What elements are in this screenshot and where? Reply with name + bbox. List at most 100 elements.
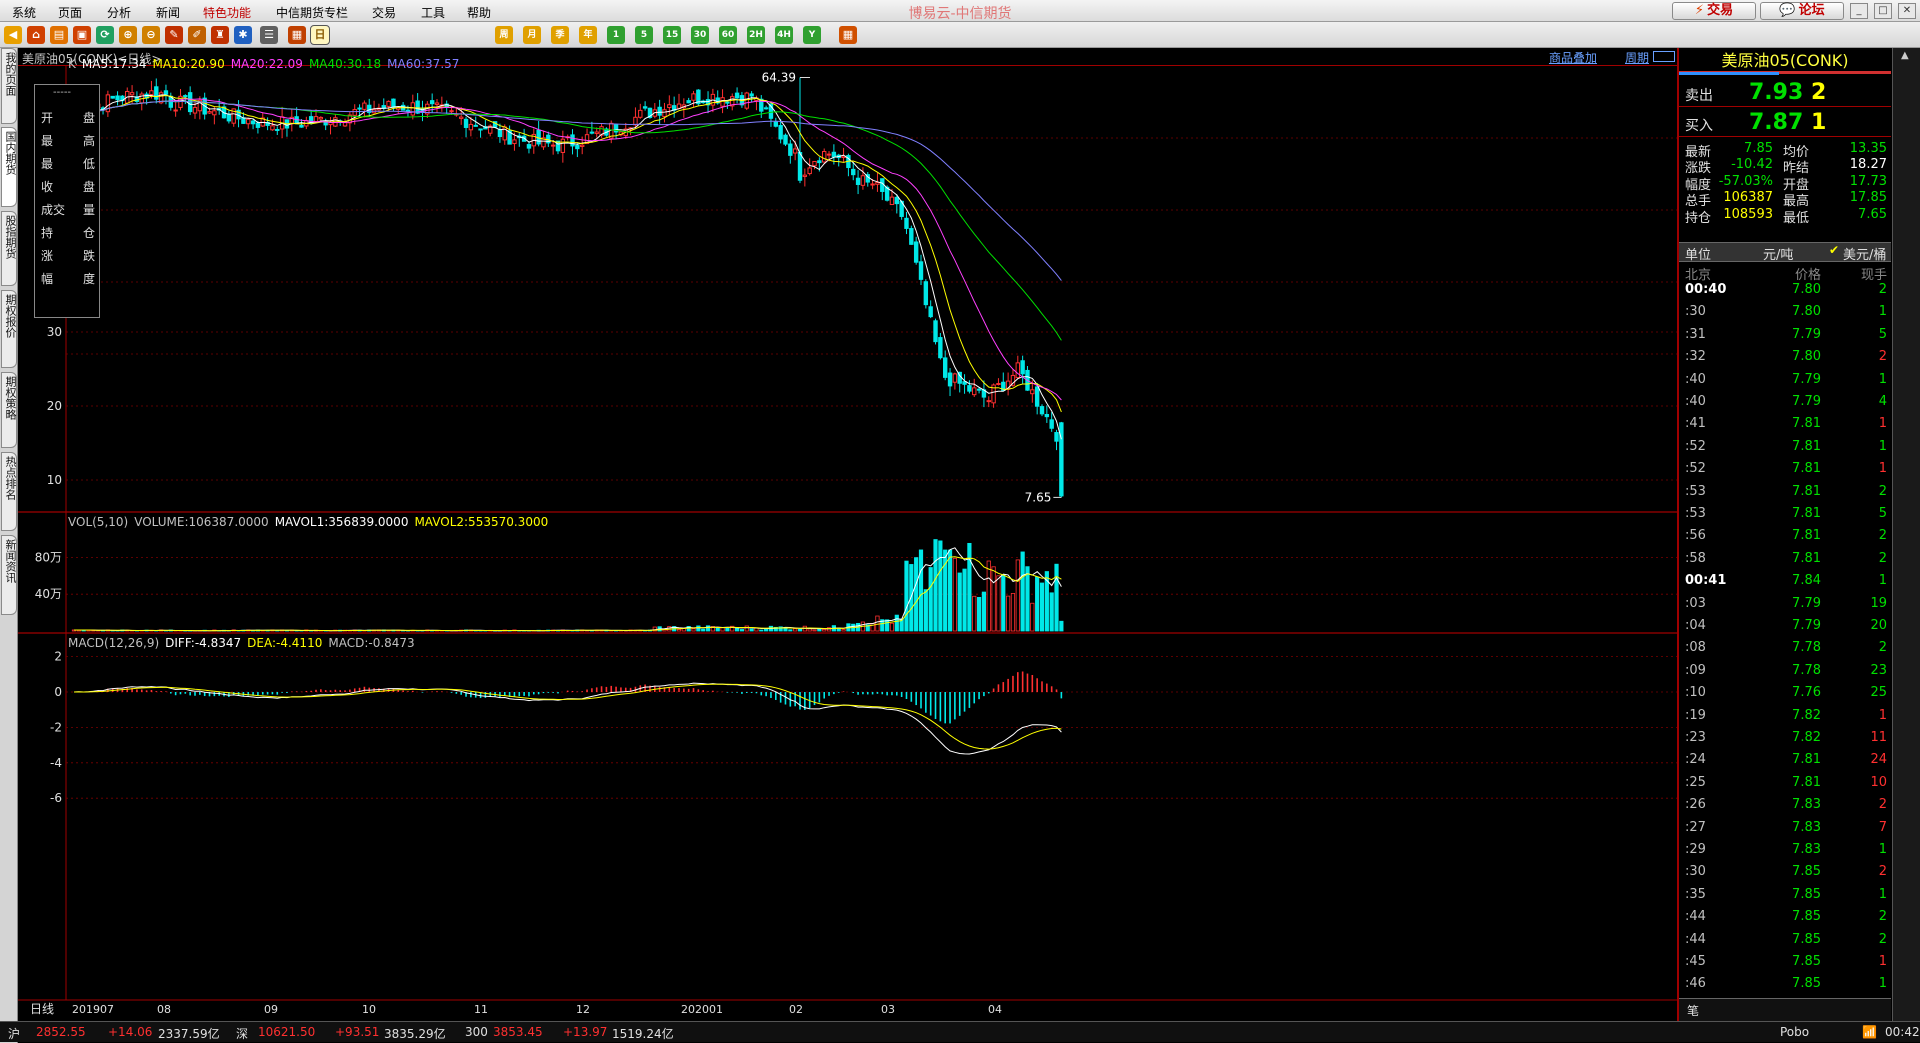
tick-row[interactable]: :457.851 [1679,954,1891,976]
period-button-0[interactable]: 周 [495,26,513,44]
candle-body [818,161,821,163]
menu-item-3[interactable]: 新闻 [156,4,180,21]
unit-bar[interactable]: 单位 元/吨 ✔ 美元/桶 [1679,242,1891,262]
info-row-label-a: 最 [41,155,53,172]
minimize-icon[interactable]: _ [1850,3,1868,19]
quote-scrollbar[interactable]: ▲ [1892,48,1920,1021]
list-icon[interactable]: ☰ [260,26,278,44]
window-icon[interactable]: ▣ [73,26,91,44]
brush-icon[interactable]: ✐ [188,26,206,44]
tick-row[interactable]: 00:417.841 [1679,573,1891,595]
tick-row[interactable]: :357.851 [1679,887,1891,909]
period-button-3[interactable]: 年 [579,26,597,44]
tick-row[interactable]: :587.812 [1679,551,1891,573]
tick-row[interactable]: :037.7919 [1679,596,1891,618]
period-button-8[interactable]: 60 [719,26,737,44]
calculator-icon[interactable]: ▦ [839,26,857,44]
back-icon[interactable]: ◀ [4,26,22,44]
tick-row[interactable]: :197.821 [1679,708,1891,730]
tick-row[interactable]: :407.794 [1679,394,1891,416]
tick-row[interactable]: :417.811 [1679,416,1891,438]
pen-icon[interactable]: ✎ [165,26,183,44]
menu-item-7[interactable]: 工具 [421,4,445,21]
period-button-1[interactable]: 月 [523,26,541,44]
tick-row[interactable]: 00:407.802 [1679,282,1891,304]
tick-row[interactable]: :537.815 [1679,506,1891,528]
tick-row[interactable]: :527.811 [1679,439,1891,461]
refresh-icon[interactable]: ⟳ [96,26,114,44]
menu-item-4[interactable]: 特色功能 [203,4,251,21]
tick-row[interactable]: :317.795 [1679,327,1891,349]
period-button-10[interactable]: 4H [775,26,793,44]
tick-row[interactable]: :407.791 [1679,372,1891,394]
scroll-up-icon[interactable]: ▲ [1901,50,1909,61]
left-tab-2[interactable]: 股指期货 [1,211,17,286]
stat-value: 108593 [1723,207,1773,222]
close-icon[interactable]: ✕ [1898,3,1916,19]
period-button-5[interactable]: 5 [635,26,653,44]
status-item-1: 2852.55 [36,1025,86,1039]
zoom-in-icon[interactable]: ⊕ [119,26,137,44]
book-icon[interactable]: ▤ [50,26,68,44]
left-tab-4[interactable]: 期权策略 [1,372,17,448]
unit-value[interactable]: 元/吨 [1763,244,1793,263]
tick-row[interactable]: :527.811 [1679,461,1891,483]
chart-link-1[interactable]: 周期 [1625,51,1649,65]
period-button-6[interactable]: 15 [663,26,681,44]
tick-row[interactable]: :097.7823 [1679,663,1891,685]
tick-row[interactable]: :237.8211 [1679,730,1891,752]
zoom-out-icon[interactable]: ⊖ [142,26,160,44]
tick-row[interactable]: :047.7920 [1679,618,1891,640]
menu-item-8[interactable]: 帮助 [467,4,491,21]
tick-row[interactable]: :467.851 [1679,976,1891,998]
cup-icon[interactable]: ♜ [211,26,229,44]
day-icon[interactable]: 日 [311,26,329,44]
forum-button[interactable]: 💬论坛 [1760,2,1844,20]
unit-alt[interactable]: 美元/桶 [1843,244,1886,263]
left-tab-3[interactable]: 期权报价 [1,290,17,368]
chart-window-controls[interactable] [1653,51,1675,62]
volume-bar [963,569,966,631]
menu-item-6[interactable]: 交易 [372,4,396,21]
candle-body [358,108,361,109]
calc-icon[interactable]: ▦ [288,26,306,44]
period-button-4[interactable]: 1 [607,26,625,44]
tick-row[interactable]: :087.782 [1679,640,1891,662]
kline-chart[interactable]: 30201080万40万20-2-4-6日线201907080910111220… [18,48,1677,1021]
period-button-2[interactable]: 季 [551,26,569,44]
ask-row[interactable]: 卖出 7.93 2 [1679,77,1891,107]
chart-area[interactable]: 30201080万40万20-2-4-6日线201907080910111220… [18,48,1677,1021]
tick-row[interactable]: :327.802 [1679,349,1891,371]
menu-item-2[interactable]: 分析 [107,4,131,21]
left-tab-6[interactable]: 新闻资讯 [1,535,17,615]
tick-qty: 4 [1879,394,1887,409]
menu-item-5[interactable]: 中信期货专栏 [276,4,348,21]
maximize-icon[interactable]: □ [1874,3,1892,19]
bid-row[interactable]: 买入 7.87 1 [1679,107,1891,137]
home-icon[interactable]: ⌂ [27,26,45,44]
tick-row[interactable]: :107.7625 [1679,685,1891,707]
left-tab-1[interactable]: 国内期货 [1,127,17,207]
period-button-7[interactable]: 30 [691,26,709,44]
tick-price: 7.76 [1792,685,1821,700]
menu-item-1[interactable]: 页面 [58,4,82,21]
tick-row[interactable]: :567.812 [1679,528,1891,550]
tick-row[interactable]: :307.801 [1679,304,1891,326]
tick-row[interactable]: :247.8124 [1679,752,1891,774]
period-button-11[interactable]: Y [803,26,821,44]
tick-row[interactable]: :447.852 [1679,932,1891,954]
left-tab-0[interactable]: 我的页面 [1,48,17,124]
new-icon[interactable]: ✱ [234,26,252,44]
tick-row[interactable]: :447.852 [1679,909,1891,931]
chart-link-0[interactable]: 商品叠加 [1549,51,1597,65]
tick-row[interactable]: :307.852 [1679,864,1891,886]
menu-item-0[interactable]: 系统 [12,4,36,21]
left-tab-5[interactable]: 热点排名 [1,452,17,531]
tick-row[interactable]: :267.832 [1679,797,1891,819]
tick-row[interactable]: :257.8110 [1679,775,1891,797]
tick-row[interactable]: :277.837 [1679,820,1891,842]
trade-button[interactable]: ⚡交易 [1672,2,1756,20]
tick-row[interactable]: :297.831 [1679,842,1891,864]
period-button-9[interactable]: 2H [747,26,765,44]
tick-row[interactable]: :537.812 [1679,484,1891,506]
